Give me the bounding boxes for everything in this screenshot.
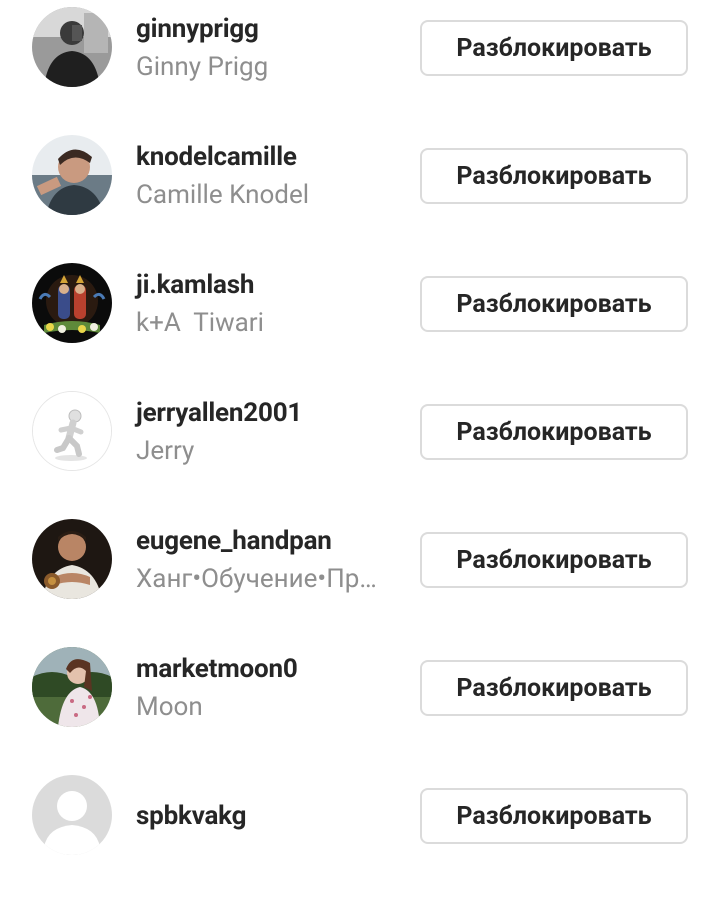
avatar[interactable] [32, 519, 112, 599]
running-figure-avatar-icon [33, 392, 111, 470]
username[interactable]: ginnyprigg [136, 14, 259, 44]
username[interactable]: marketmoon0 [136, 654, 298, 684]
avatar[interactable] [32, 263, 112, 343]
avatar[interactable] [32, 135, 112, 215]
photo-avatar-icon [32, 647, 112, 727]
photo-avatar-icon [32, 263, 112, 343]
full-name: Ginny Prigg [136, 52, 269, 82]
photo-avatar-icon [32, 519, 112, 599]
photo-avatar-icon [32, 135, 112, 215]
unblock-button[interactable]: Разблокировать [420, 276, 688, 332]
avatar[interactable] [32, 647, 112, 727]
list-item: knodelcamille Camille Knodel Разблокиров… [0, 128, 720, 256]
full-name: Camille Knodel [136, 180, 310, 210]
default-user-avatar-icon [32, 775, 112, 855]
list-item: marketmoon0 Moon Разблокировать [0, 640, 720, 768]
unblock-button[interactable]: Разблокировать [420, 148, 688, 204]
username[interactable]: jerryallen2001 [136, 398, 302, 428]
unblock-button[interactable]: Разблокировать [420, 660, 688, 716]
list-item: ji.kamlash k+A Tiwari Разблокировать [0, 256, 720, 384]
avatar[interactable] [32, 391, 112, 471]
username[interactable]: knodelcamille [136, 142, 297, 172]
unblock-button[interactable]: Разблокировать [420, 788, 688, 844]
avatar[interactable] [32, 775, 112, 855]
photo-avatar-icon [32, 7, 112, 87]
full-name: Jerry [136, 436, 195, 466]
full-name: Moon [136, 692, 203, 722]
unblock-button[interactable]: Разблокировать [420, 404, 688, 460]
list-item: spbkvakg Разблокировать [0, 768, 720, 896]
blocked-accounts-list: ginnyprigg Ginny Prigg Разблокировать kn… [0, 0, 720, 900]
avatar[interactable] [32, 7, 112, 87]
username[interactable]: eugene_handpan [136, 526, 332, 556]
username[interactable]: spbkvakg [136, 801, 246, 831]
unblock-button[interactable]: Разблокировать [420, 532, 688, 588]
unblock-button[interactable]: Разблокировать [420, 20, 688, 76]
full-name: k+A Tiwari [136, 308, 264, 338]
list-item: eugene_handpan Ханг•Обучение•Пр… Разблок… [0, 512, 720, 640]
username[interactable]: ji.kamlash [136, 270, 254, 300]
full-name: Ханг•Обучение•Пр… [136, 564, 377, 594]
list-item: ginnyprigg Ginny Prigg Разблокировать [0, 0, 720, 128]
list-item: jerryallen2001 Jerry Разблокировать [0, 384, 720, 512]
